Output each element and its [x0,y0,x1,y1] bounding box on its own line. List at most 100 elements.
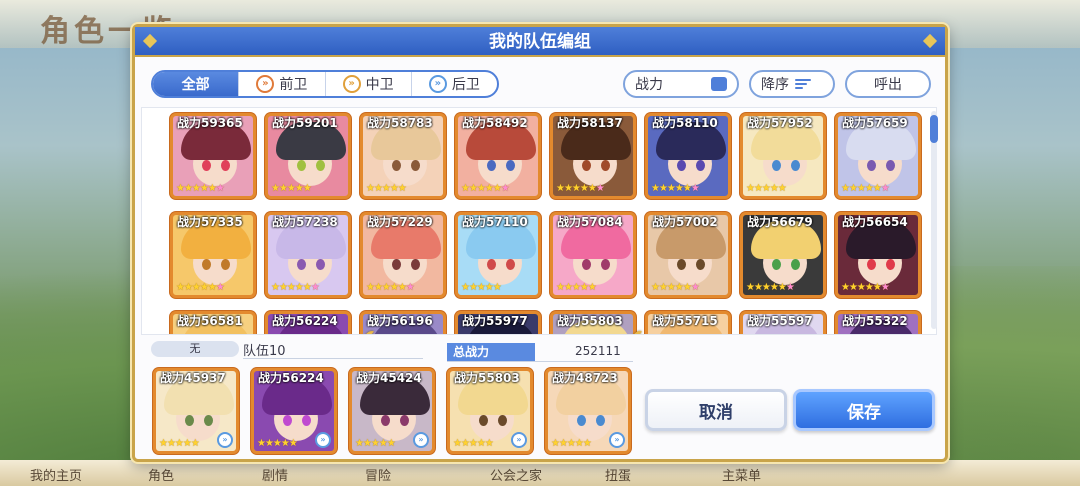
selected-check-icon: ✔ [352,323,377,334]
rarity-stars: ★★★★★★ [271,282,320,293]
character-card[interactable]: 战力56581★★★★★ [170,311,256,334]
character-card[interactable]: 战力57229 ★★★★★★ [360,212,446,298]
character-card[interactable]: 战力57335 ★★★★★★ [170,212,256,298]
character-card[interactable]: 战力57110 ★★★★★ [455,212,541,298]
position-filter-tabs: 全部 » 前卫 » 中卫 » 后卫 [151,70,499,98]
team-member-card[interactable]: 战力55803 ★★★★★ » [447,368,533,454]
team-member-card[interactable]: 战力45937 ★★★★★ » [153,368,239,454]
team-edit-dialog: 我的队伍编组 全部 » 前卫 » 中卫 » 后卫 战力 降序 呼出 战力5936… [132,24,948,462]
header-ornament-icon [142,33,158,49]
rarity-stars: ★★★★★★ [366,282,415,293]
team-tag[interactable]: 无 [151,341,239,357]
character-card[interactable]: 战力58492 ★★★★★★ [455,113,541,199]
sort-field-button[interactable]: 战力 [623,70,739,98]
rarity-stars: ★★★★★★ [176,183,225,194]
rarity-stars: ★★★★★★ [841,282,890,293]
bottom-nav-item[interactable]: 角色 [148,465,174,484]
character-card[interactable]: 战力55977★★★★★ [455,311,541,334]
tab-label: 后卫 [451,77,480,93]
character-card[interactable]: 战力57002 ★★★★★★ [645,212,731,298]
bottom-nav-item[interactable]: 剧情 [262,465,288,484]
power-label: 战力57952 [747,116,813,130]
divider [243,358,423,359]
rarity-stars: ★★★★★ [551,438,592,449]
power-label: 战力56679 [747,215,813,229]
power-label: 战力58492 [462,116,528,130]
rarity-stars: ★★★★★★ [841,183,890,194]
divider [447,361,633,362]
character-card[interactable]: 战力55715★★★★★ [645,311,731,334]
position-icon: » [217,432,233,448]
character-card[interactable]: 战力56224★★★★★ [265,311,351,334]
power-label: 战力59365 [177,116,243,130]
power-label: 战力56224 [258,371,324,385]
position-icon: » [609,432,625,448]
character-card[interactable]: 战力56654 ★★★★★★ [835,212,921,298]
rarity-stars: ★★★★★ [366,183,407,194]
sort-order-button[interactable]: 降序 [749,70,835,98]
tab-front[interactable]: » 前卫 [239,72,326,96]
grid-scrollbar[interactable] [930,111,938,329]
rarity-stars: ★★★★★ [746,183,787,194]
team-member-card[interactable]: 战力48723 ★★★★★ » [545,368,631,454]
position-icon: » [315,432,331,448]
character-card[interactable]: 战力57238 ★★★★★★ [265,212,351,298]
team-name[interactable]: 队伍10 [243,340,286,359]
character-card[interactable]: 战力58137 ★★★★★★ [550,113,636,199]
cancel-button[interactable]: 取消 [645,389,787,431]
rarity-stars: ★★★★★ [461,282,502,293]
bottom-nav-item[interactable]: 公会之家 [490,465,542,484]
tab-back[interactable]: » 后卫 [412,72,497,96]
bottom-nav-item[interactable]: 我的主页 [30,465,82,484]
character-card[interactable]: 战力55597★★★★★ [740,311,826,334]
character-card[interactable]: 战力59201 ★★★★★ [265,113,351,199]
team-member-card[interactable]: 战力56224 ★★★★★ » [251,368,337,454]
header-ornament-icon [922,33,938,49]
character-card[interactable]: 战力58783 ★★★★★ [360,113,446,199]
rarity-stars: ★★★★★★ [746,282,795,293]
rarity-stars: ★★★★★ [159,438,200,449]
power-label: 战力45424 [356,371,422,385]
power-label: 战力59201 [272,116,338,130]
tab-middle[interactable]: » 中卫 [326,72,412,96]
tab-all[interactable]: 全部 [153,72,240,96]
power-label: 战力57335 [177,215,243,229]
power-label: 战力57238 [272,215,338,229]
bottom-nav-item[interactable]: 扭蛋 [605,465,631,484]
power-label: 战力56581 [177,314,243,328]
power-label: 战力56654 [842,215,908,229]
power-label: 战力58783 [367,116,433,130]
save-button[interactable]: 保存 [793,389,935,431]
background-bottom-nav: 我的主页 角色 剧情 冒险 公会之家 扭蛋 主菜单 [0,460,1080,486]
power-label: 战力55597 [747,314,813,328]
rarity-stars: ★★★★★★ [651,183,700,194]
character-card[interactable]: 战力58110 ★★★★★★ [645,113,731,199]
sort-order-icon [795,79,811,89]
position-icon: » [413,432,429,448]
character-card[interactable]: 战力57659 ★★★★★★ [835,113,921,199]
character-card[interactable]: 战力56679 ★★★★★★ [740,212,826,298]
sort-field-icon [711,77,727,91]
power-label: 战力45937 [160,371,226,385]
bottom-nav-item[interactable]: 主菜单 [722,465,761,484]
character-card[interactable]: 战力55322★★★★★ [835,311,921,334]
character-card[interactable]: 战力59365 ★★★★★★ [170,113,256,199]
tab-label: 全部 [181,77,210,93]
total-power-label: 总战力 [447,343,535,361]
character-card[interactable]: 战力57952 ★★★★★ [740,113,826,199]
team-member-card[interactable]: 战力45424 ★★★★★ » [349,368,435,454]
tab-label: 前卫 [279,77,308,93]
rarity-stars: ★★★★★★ [556,183,605,194]
front-icon: » [256,75,275,93]
rarity-stars: ★★★★★ [355,438,396,449]
power-label: 战力57002 [652,215,718,229]
scrollbar-thumb[interactable] [930,115,938,143]
call-button[interactable]: 呼出 [845,70,931,98]
power-label: 战力55715 [652,314,718,328]
character-card[interactable]: 战力57084 ★★★★★ [550,212,636,298]
power-label: 战力55803 [454,371,520,385]
dialog-header: 我的队伍编组 [135,27,945,57]
bottom-nav-item[interactable]: 冒险 [365,465,391,484]
power-label: 战力55322 [842,314,908,328]
dialog-title: 我的队伍编组 [489,32,591,52]
